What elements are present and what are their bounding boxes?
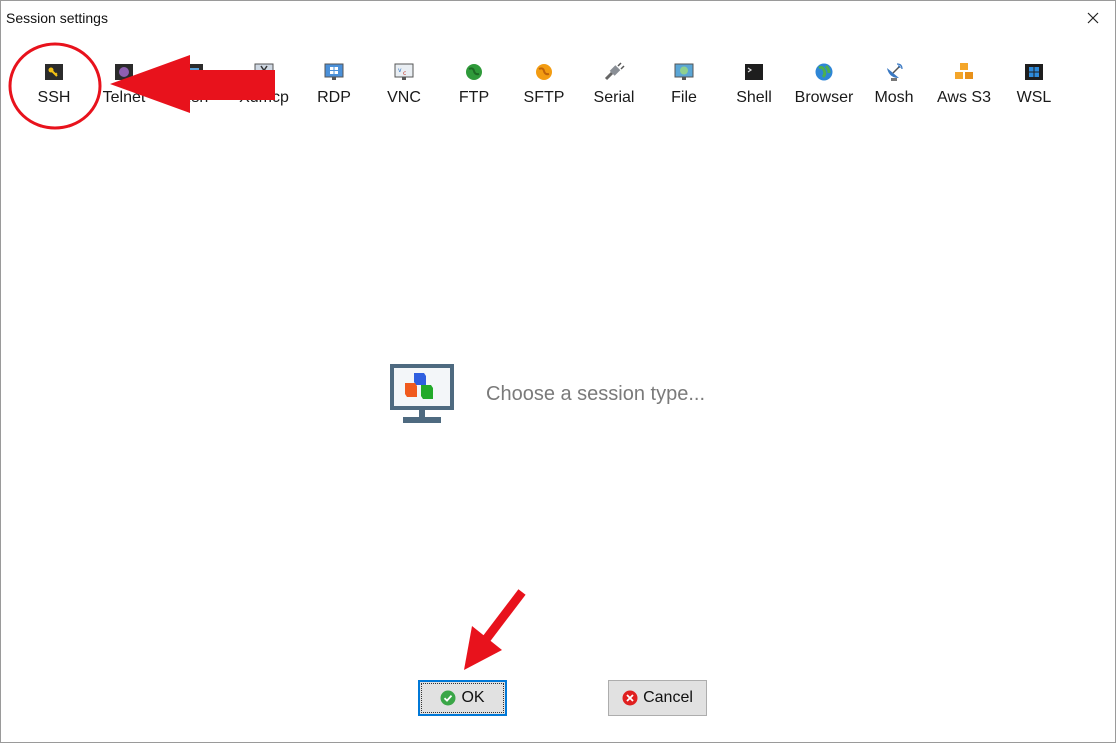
xdmcp-icon bbox=[253, 61, 275, 83]
session-type-label: Aws S3 bbox=[937, 89, 991, 106]
serial-plug-icon bbox=[603, 61, 625, 83]
title-bar: Session settings bbox=[1, 1, 1115, 35]
session-type-rdp[interactable]: RDP bbox=[299, 61, 369, 121]
browser-globe-icon bbox=[813, 61, 835, 83]
svg-text:c: c bbox=[403, 70, 406, 77]
session-type-label: Rsh bbox=[179, 89, 209, 106]
ftp-globe-icon bbox=[463, 61, 485, 83]
sftp-globe-icon bbox=[533, 61, 555, 83]
session-type-label: SFTP bbox=[523, 89, 565, 106]
ok-button-label: OK bbox=[461, 689, 485, 706]
session-type-telnet[interactable]: Telnet bbox=[89, 61, 159, 121]
session-type-shell[interactable]: Shell bbox=[719, 61, 789, 121]
close-icon bbox=[1087, 12, 1099, 24]
wsl-windows-icon bbox=[1023, 61, 1045, 83]
sessions-monitor-icon bbox=[390, 364, 454, 423]
session-type-ssh[interactable]: SSH bbox=[19, 61, 89, 121]
session-type-toolbar: SSH Telnet Rsh Xdmcp RDP v c VNC FTP SFT… bbox=[19, 61, 1069, 121]
session-type-mosh[interactable]: Mosh bbox=[859, 61, 929, 121]
file-icon bbox=[673, 61, 695, 83]
aws-s3-icon bbox=[953, 61, 975, 83]
session-type-sftp[interactable]: SFTP bbox=[509, 61, 579, 121]
session-type-file[interactable]: File bbox=[649, 61, 719, 121]
session-type-label: Shell bbox=[736, 89, 772, 106]
session-type-label: Browser bbox=[794, 89, 854, 106]
telnet-icon bbox=[113, 61, 135, 83]
rdp-icon bbox=[323, 61, 345, 83]
session-type-browser[interactable]: Browser bbox=[789, 61, 859, 121]
ok-button[interactable]: OK bbox=[418, 680, 507, 716]
shell-terminal-icon bbox=[743, 61, 765, 83]
session-type-wsl[interactable]: WSL bbox=[999, 61, 1069, 121]
session-type-label: SSH bbox=[37, 89, 71, 106]
ssh-key-icon bbox=[43, 61, 65, 83]
session-type-label: RDP bbox=[317, 89, 351, 106]
session-type-label: Telnet bbox=[102, 89, 146, 106]
rsh-icon bbox=[183, 61, 205, 83]
cancel-x-icon bbox=[622, 690, 638, 706]
session-type-label: FTP bbox=[458, 89, 490, 106]
session-type-label: Mosh bbox=[874, 89, 914, 106]
session-settings-window: Session settings SSH Telnet Rsh Xdmcp RD… bbox=[0, 0, 1116, 743]
session-type-label: Serial bbox=[593, 89, 635, 106]
session-type-xdmcp[interactable]: Xdmcp bbox=[229, 61, 299, 121]
session-type-label: File bbox=[671, 89, 697, 106]
session-type-label: Xdmcp bbox=[239, 89, 289, 106]
session-type-label: WSL bbox=[1016, 89, 1052, 106]
svg-text:v: v bbox=[398, 67, 402, 74]
session-type-label: VNC bbox=[387, 89, 421, 106]
session-type-ftp[interactable]: FTP bbox=[439, 61, 509, 121]
window-title: Session settings bbox=[6, 10, 108, 26]
cancel-button-label: Cancel bbox=[643, 689, 693, 706]
mosh-satellite-icon bbox=[883, 61, 905, 83]
empty-state: Choose a session type... bbox=[389, 363, 705, 425]
session-type-serial[interactable]: Serial bbox=[579, 61, 649, 121]
cancel-button[interactable]: Cancel bbox=[608, 680, 707, 716]
vnc-icon: vc bbox=[393, 61, 415, 83]
close-button[interactable] bbox=[1071, 1, 1115, 35]
session-type-vnc[interactable]: vc VNC bbox=[369, 61, 439, 121]
session-type-aws-s3[interactable]: Aws S3 bbox=[929, 61, 999, 121]
session-type-rsh[interactable]: Rsh bbox=[159, 61, 229, 121]
choose-session-message: Choose a session type... bbox=[486, 382, 706, 405]
check-icon bbox=[440, 690, 456, 706]
